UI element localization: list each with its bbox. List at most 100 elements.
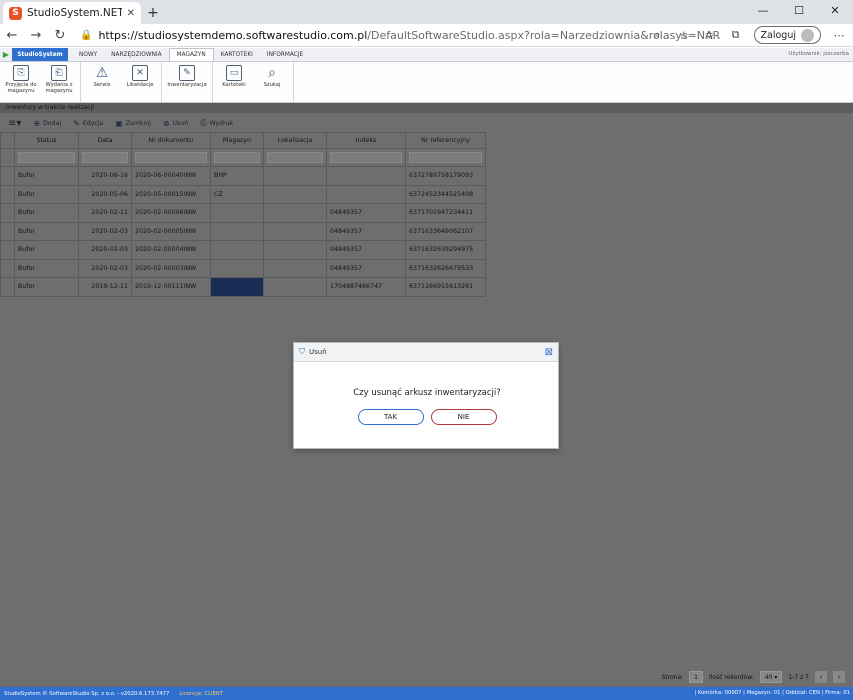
- cell-data: 2020-02-03: [78, 258, 132, 278]
- cell-nr-referencyjny: 6371633649062107: [405, 221, 486, 241]
- print-button[interactable]: ⎙ Wydruk: [200, 118, 233, 128]
- confirm-no-button[interactable]: NIE: [430, 409, 497, 425]
- brand-button[interactable]: StudioSystem: [12, 48, 68, 61]
- close-window-icon[interactable]: ✕: [817, 0, 853, 20]
- grid-header-nr-referencyjny[interactable]: Nr referencyjny: [405, 132, 486, 149]
- menu-icon[interactable]: ≡▾: [8, 118, 21, 129]
- zoom-icon[interactable]: ⌕: [650, 28, 666, 42]
- row-select[interactable]: [0, 203, 15, 223]
- grid-header-magazyn[interactable]: Magazyn: [210, 132, 264, 149]
- cell-indeks: 04849357: [326, 221, 406, 241]
- table-row[interactable]: Bufor 2020-02-11 2020-02-00006INW 048493…: [0, 203, 486, 223]
- filter-input[interactable]: [267, 152, 323, 163]
- grid-header-indeks[interactable]: Indeks: [326, 132, 406, 149]
- minimize-icon[interactable]: —: [745, 0, 781, 20]
- user-label: Użytkownik: jszczerba: [788, 51, 849, 57]
- cell-data: 2020-02-03: [78, 240, 132, 260]
- row-select[interactable]: [0, 166, 15, 186]
- delete-button[interactable]: ⊗ Usuń: [163, 119, 188, 128]
- url-field[interactable]: 🔒 https://studiosystemdemo.softwarestudi…: [80, 29, 720, 42]
- close-button[interactable]: ▣ Zamknij: [115, 119, 151, 128]
- grid-header-status[interactable]: Status: [14, 132, 79, 149]
- ribbon-serwis-button[interactable]: ⚠ Serwis: [83, 62, 121, 102]
- cell-nr-dokumentu: 2020-06-00040INW: [131, 166, 211, 186]
- delete-confirm-dialog: ⛉ Usuń ⊠ Czy usunąć arkusz inwentaryzacj…: [293, 342, 559, 449]
- table-row[interactable]: Bufor 2020-02-03 2020-02-00005INW 048493…: [0, 221, 486, 241]
- login-button[interactable]: Zaloguj: [753, 26, 821, 44]
- range-label: 1-7 z 7: [788, 673, 809, 681]
- filter-date-input[interactable]: [82, 152, 128, 163]
- grid-toolbar: ≡▾ ⊕ Dodaj ✎ Edycja ▣ Zamknij ⊗ Usuń ⎙ Wydruk: [0, 115, 853, 131]
- grid-filter-row: [0, 148, 486, 167]
- ribbon-wydania-button[interactable]: ⎗ Wydania z magazynu: [40, 62, 78, 102]
- dialog-message: Czy usunąć arkusz inwentaryzacji?: [353, 388, 501, 398]
- prev-page-icon[interactable]: ‹: [815, 671, 827, 683]
- cell-status: Bufor: [14, 258, 79, 278]
- tab-magazyn[interactable]: MAGAZYN: [168, 48, 214, 61]
- row-select[interactable]: [0, 258, 15, 278]
- favorite-star-icon[interactable]: ☆: [676, 29, 692, 42]
- row-select[interactable]: [0, 221, 15, 241]
- cell-indeks: 04849357: [326, 240, 406, 260]
- browser-tab[interactable]: S StudioSystem.NET (c) SoftwareStu ✕: [3, 2, 141, 24]
- ribbon-kartoteki-button[interactable]: ▭ Kartoteki: [215, 62, 253, 102]
- ribbon-likwidacje-button[interactable]: ✕ Likwidacje: [121, 62, 159, 102]
- row-select[interactable]: [0, 277, 15, 297]
- grid-header-select: [0, 132, 15, 149]
- more-icon[interactable]: ⋯: [831, 29, 847, 42]
- filter-input[interactable]: [214, 152, 260, 163]
- play-icon[interactable]: ▶: [0, 48, 12, 61]
- ribbon-przyjecia-button[interactable]: ⎘ Przyjęcia do magazynu: [2, 62, 40, 102]
- close-tab-icon[interactable]: ✕: [127, 8, 135, 19]
- print-icon: ⎙: [200, 118, 207, 127]
- tab-kartoteki[interactable]: KARTOTEKI: [214, 48, 260, 61]
- tab-narzedziownia[interactable]: NARZĘDZIOWNIA: [104, 48, 168, 61]
- filter-input[interactable]: [330, 152, 402, 163]
- cell-nr-referencyjny: 6371632639294975: [405, 240, 486, 260]
- confirm-yes-button[interactable]: TAK: [357, 409, 424, 425]
- filter-input[interactable]: [409, 152, 482, 163]
- refresh-icon[interactable]: ↻: [48, 28, 72, 43]
- cell-indeks: 04849357: [326, 203, 406, 223]
- new-tab-button[interactable]: +: [141, 2, 165, 24]
- filter-input[interactable]: [135, 152, 207, 163]
- ribbon-inwentaryzacja-button[interactable]: ✎ Inwentaryzacja: [164, 62, 210, 102]
- tab-informacje[interactable]: INFORMACJE: [260, 48, 310, 61]
- close-icon[interactable]: ⊠: [545, 347, 553, 358]
- next-page-icon[interactable]: ›: [833, 671, 845, 683]
- add-button[interactable]: ⊕ Dodaj: [33, 119, 61, 128]
- per-page-select[interactable]: 40 ▾: [759, 671, 783, 683]
- cell-nr-referencyjny: 6372789758179093: [405, 166, 486, 186]
- table-row[interactable]: Bufor 2020-02-03 2020-02-00004INW 048493…: [0, 240, 486, 260]
- delete-doc-icon: ✕: [132, 65, 148, 81]
- address-bar: ← → ↻ 🔒 https://studiosystemdemo.softwar…: [0, 24, 853, 47]
- grid-header-data[interactable]: Data: [78, 132, 132, 149]
- collections-icon[interactable]: ⧉: [728, 28, 744, 42]
- cell-data: 2020-06-16: [78, 166, 132, 186]
- tab-nowy[interactable]: NOWY: [72, 48, 104, 61]
- ribbon: ⎘ Przyjęcia do magazynu ⎗ Wydania z maga…: [0, 62, 853, 103]
- cell-indeks: [326, 184, 406, 204]
- row-select[interactable]: [0, 240, 15, 260]
- grid-header-nr-dokumentu[interactable]: Nr dokumentu: [131, 132, 211, 149]
- filter-cell: [14, 148, 79, 167]
- inbox-icon: ▭: [226, 65, 242, 81]
- table-row[interactable]: Bufor 2020-05-06 2020-05-00015INW CZ 637…: [0, 184, 486, 204]
- favorites-bar-icon[interactable]: ✩: [702, 29, 718, 42]
- filter-input[interactable]: [18, 152, 75, 163]
- row-select[interactable]: [0, 184, 15, 204]
- table-row[interactable]: Bufor 2020-02-03 2020-02-00003INW 048493…: [0, 258, 486, 278]
- login-label: Zaloguj: [760, 29, 796, 41]
- ribbon-szukaj-button[interactable]: ⌕ Szukaj: [253, 62, 291, 102]
- cell-magazyn-selected[interactable]: [210, 277, 264, 297]
- address-actions: ⌕ ☆ ✩ ⧉ Zaloguj ⋯: [650, 26, 847, 44]
- page-input[interactable]: 1: [689, 671, 703, 683]
- edit-button[interactable]: ✎ Edycja: [73, 119, 103, 128]
- grid-header-lokalizacja[interactable]: Lokalizacja: [263, 132, 327, 149]
- back-icon[interactable]: ←: [0, 28, 24, 43]
- table-row[interactable]: Bufor 2019-12-11 2019-12-00111INW 170488…: [0, 277, 486, 297]
- maximize-icon[interactable]: ☐: [781, 0, 817, 20]
- table-row[interactable]: Bufor 2020-06-16 2020-06-00040INW BHP 63…: [0, 166, 486, 186]
- forward-icon[interactable]: →: [24, 28, 48, 43]
- filter-cell: [78, 148, 132, 167]
